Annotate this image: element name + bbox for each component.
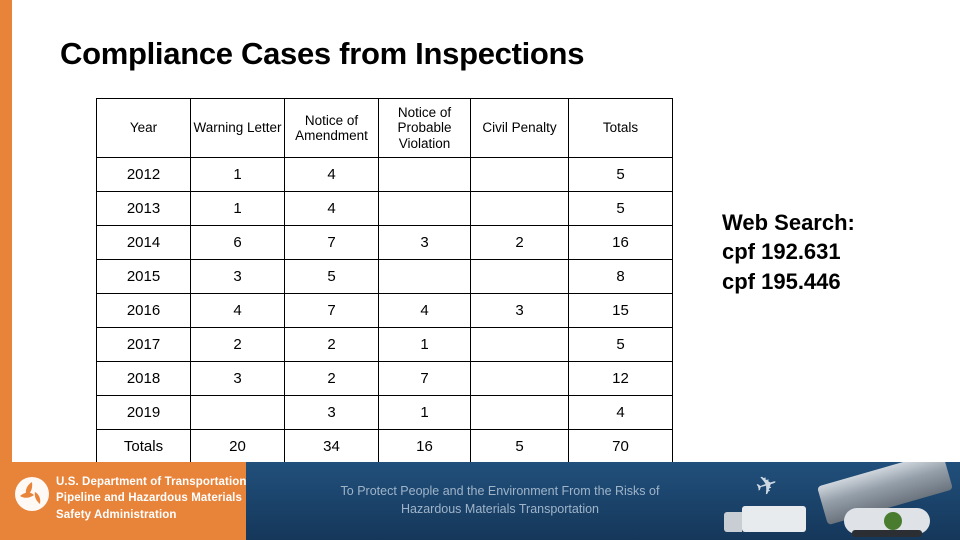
cell-warning-letter: 3: [190, 259, 285, 294]
notes-line-2: cpf 192.631: [722, 239, 841, 265]
col-header-notice-of-probable-violation: Notice of Probable Violation: [378, 98, 471, 158]
cell-notice-of-amendment: 7: [284, 293, 379, 328]
cell-totals: 16: [568, 225, 673, 260]
table-row: 2016 4 7 4 3 15: [96, 293, 673, 328]
compliance-table: Year Warning Letter Notice of Amendment …: [96, 98, 673, 464]
cell-notice-of-probable-violation: 4: [378, 293, 471, 328]
footer-tagline: To Protect People and the Environment Fr…: [270, 482, 730, 518]
footer-tagline-line-1: To Protect People and the Environment Fr…: [340, 484, 660, 498]
cell-notice-of-probable-violation: 1: [378, 395, 471, 430]
table-header-row: Year Warning Letter Notice of Amendment …: [96, 98, 673, 158]
footer-agency-line-3: Safety Administration: [56, 508, 177, 521]
cell-year: Totals: [96, 429, 191, 464]
col-header-notice-of-amendment: Notice of Amendment: [284, 98, 379, 158]
col-header-civil-penalty: Civil Penalty: [470, 98, 569, 158]
cell-notice-of-probable-violation: [378, 191, 471, 226]
cell-notice-of-amendment: 5: [284, 259, 379, 294]
table-row: 2013 1 4 5: [96, 191, 673, 226]
cell-year: 2014: [96, 225, 191, 260]
cell-year: 2019: [96, 395, 191, 430]
table-row-totals: Totals 20 34 16 5 70: [96, 429, 673, 464]
notes-line-1: Web Search:: [722, 210, 855, 235]
footer-agency-name: U.S. Department of Transportation Pipeli…: [56, 474, 247, 523]
cell-civil-penalty: [470, 361, 569, 396]
cell-notice-of-probable-violation: [378, 259, 471, 294]
cell-year: 2012: [96, 157, 191, 192]
table-row: 2019 3 1 4: [96, 395, 673, 430]
col-header-year: Year: [96, 98, 191, 158]
cell-civil-penalty: [470, 259, 569, 294]
cell-notice-of-amendment: 2: [284, 361, 379, 396]
table-row: 2017 2 2 1 5: [96, 327, 673, 362]
cell-civil-penalty: 5: [470, 429, 569, 464]
cell-warning-letter: 4: [190, 293, 285, 328]
page-title: Compliance Cases from Inspections: [60, 36, 585, 71]
left-accent-bar: [0, 0, 12, 462]
cell-warning-letter: 20: [190, 429, 285, 464]
col-header-warning-letter: Warning Letter: [190, 98, 285, 158]
cell-notice-of-probable-violation: 1: [378, 327, 471, 362]
cell-notice-of-probable-violation: [378, 157, 471, 192]
notes-line-3: cpf 195.446: [722, 268, 841, 294]
col-header-totals: Totals: [568, 98, 673, 158]
cell-totals: 70: [568, 429, 673, 464]
cell-notice-of-probable-violation: 7: [378, 361, 471, 396]
cell-totals: 5: [568, 327, 673, 362]
cell-totals: 5: [568, 191, 673, 226]
cell-totals: 12: [568, 361, 673, 396]
truck-graphic: [724, 506, 806, 532]
cell-notice-of-amendment: 4: [284, 157, 379, 192]
cell-civil-penalty: [470, 157, 569, 192]
table-row: 2018 3 2 7 12: [96, 361, 673, 396]
cell-civil-penalty: [470, 191, 569, 226]
cell-year: 2015: [96, 259, 191, 294]
cell-warning-letter: [190, 395, 285, 430]
cell-warning-letter: 6: [190, 225, 285, 260]
cell-year: 2018: [96, 361, 191, 396]
cell-totals: 4: [568, 395, 673, 430]
cell-civil-penalty: [470, 395, 569, 430]
cell-notice-of-amendment: 7: [284, 225, 379, 260]
cell-warning-letter: 1: [190, 191, 285, 226]
tanker-wheels-graphic: [852, 530, 922, 537]
cell-year: 2013: [96, 191, 191, 226]
slide-footer: U.S. Department of Transportation Pipeli…: [0, 462, 960, 540]
cell-notice-of-amendment: 3: [284, 395, 379, 430]
slide-canvas: Compliance Cases from Inspections Year W…: [0, 0, 960, 540]
cell-totals: 15: [568, 293, 673, 328]
cell-civil-penalty: [470, 327, 569, 362]
footer-tagline-line-2: Hazardous Materials Transportation: [400, 502, 599, 517]
cell-notice-of-probable-violation: 3: [378, 225, 471, 260]
cell-year: 2016: [96, 293, 191, 328]
cell-notice-of-amendment: 2: [284, 327, 379, 362]
dot-seal-icon: [15, 477, 49, 511]
cell-year: 2017: [96, 327, 191, 362]
cell-notice-of-probable-violation: 16: [378, 429, 471, 464]
cell-civil-penalty: 2: [470, 225, 569, 260]
green-marker-graphic: [884, 512, 902, 530]
footer-agency-line-2: Pipeline and Hazardous Materials: [56, 492, 242, 505]
compliance-table-container: Year Warning Letter Notice of Amendment …: [96, 98, 673, 464]
cell-notice-of-amendment: 34: [284, 429, 379, 464]
cell-warning-letter: 2: [190, 327, 285, 362]
table-row: 2012 1 4 5: [96, 157, 673, 192]
cell-totals: 8: [568, 259, 673, 294]
cell-warning-letter: 3: [190, 361, 285, 396]
footer-agency-line-1: U.S. Department of Transportation: [56, 476, 247, 488]
cell-notice-of-amendment: 4: [284, 191, 379, 226]
web-search-notes: Web Search: cpf 192.631 cpf 195.446: [722, 208, 855, 296]
table-row: 2015 3 5 8: [96, 259, 673, 294]
cell-totals: 5: [568, 157, 673, 192]
table-row: 2014 6 7 3 2 16: [96, 225, 673, 260]
cell-warning-letter: 1: [190, 157, 285, 192]
cell-civil-penalty: 3: [470, 293, 569, 328]
